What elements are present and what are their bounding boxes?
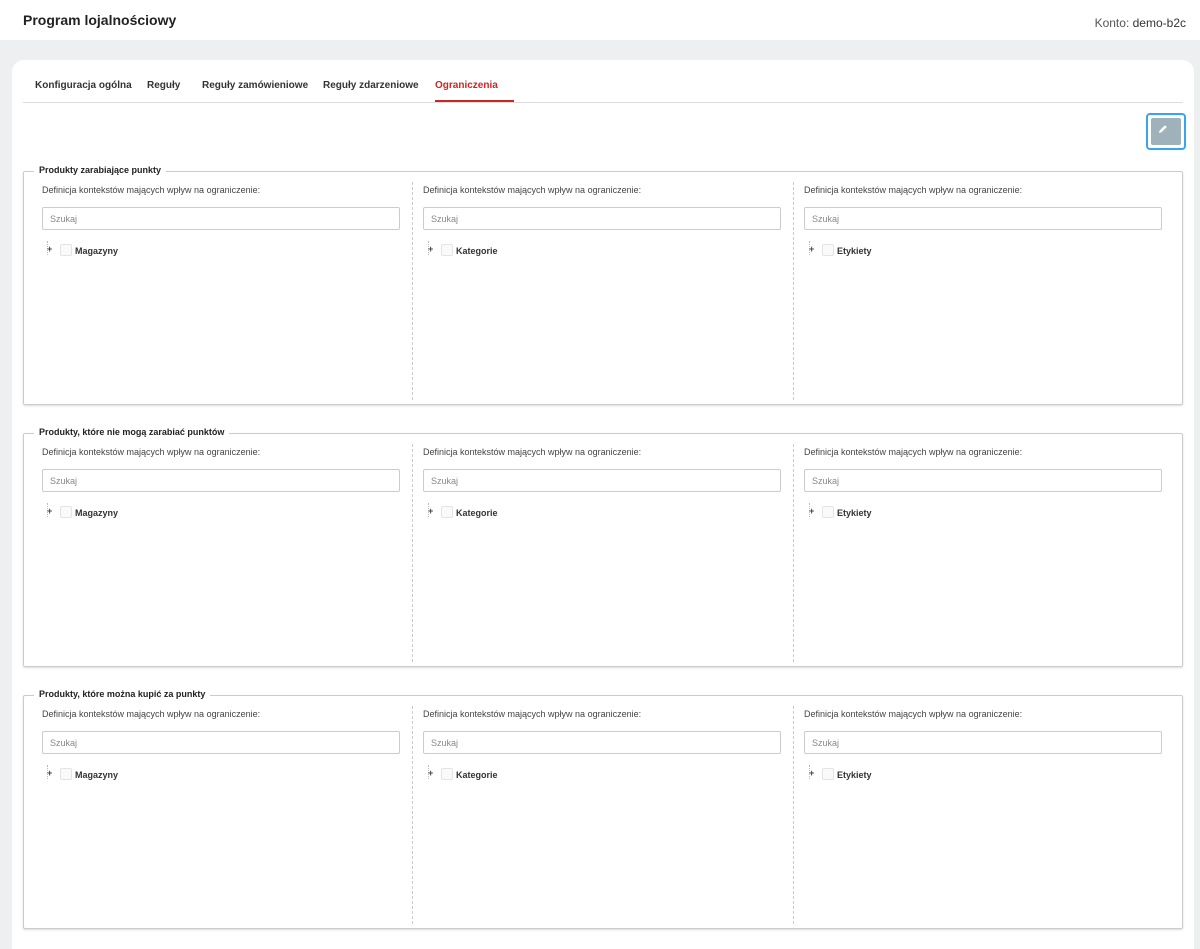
tab-bar: Konfiguracja ogólna Reguły Reguły zamówi…	[23, 60, 1183, 103]
column-label: Definicja kontekstów mających wpływ na o…	[804, 709, 1023, 719]
page-title: Program lojalnościowy	[23, 12, 177, 28]
node-checkbox[interactable]	[60, 506, 72, 518]
search-input[interactable]	[423, 731, 781, 754]
section-purchasable-products: Produkty, które można kupić za punkty De…	[23, 689, 1183, 929]
column-labels: Definicja kontekstów mających wpływ na o…	[793, 182, 1173, 400]
column-warehouses: Definicja kontekstów mających wpływ na o…	[32, 444, 412, 662]
column-label: Definicja kontekstów mających wpływ na o…	[42, 447, 261, 457]
node-label[interactable]: Etykiety	[837, 508, 872, 518]
main-card: Konfiguracja ogólna Reguły Reguły zamówi…	[12, 60, 1194, 949]
section-non-earning-products: Produkty, które nie mogą zarabiać punktó…	[23, 427, 1183, 667]
section-legend: Produkty, które nie mogą zarabiać punktó…	[34, 427, 230, 437]
node-checkbox[interactable]	[60, 768, 72, 780]
node-label[interactable]: Etykiety	[837, 246, 872, 256]
node-label[interactable]: Kategorie	[456, 508, 498, 518]
column-categories: Definicja kontekstów mających wpływ na o…	[412, 706, 793, 924]
column-warehouses: Definicja kontekstów mających wpływ na o…	[32, 182, 412, 400]
tab-rules[interactable]: Reguły	[147, 80, 180, 91]
column-label: Definicja kontekstów mających wpływ na o…	[804, 447, 1023, 457]
tab-restrictions[interactable]: Ograniczenia	[435, 80, 498, 91]
column-categories: Definicja kontekstów mających wpływ na o…	[412, 444, 793, 662]
expand-icon[interactable]: +	[809, 507, 816, 516]
node-label[interactable]: Etykiety	[837, 770, 872, 780]
section-earning-products: Produkty zarabiające punkty Definicja ko…	[23, 165, 1183, 405]
search-input[interactable]	[423, 469, 781, 492]
expand-icon[interactable]: +	[47, 769, 54, 778]
column-warehouses: Definicja kontekstów mających wpływ na o…	[32, 706, 412, 924]
expand-icon[interactable]: +	[428, 769, 435, 778]
column-categories: Definicja kontekstów mających wpływ na o…	[412, 182, 793, 400]
node-label[interactable]: Magazyny	[75, 770, 118, 780]
expand-icon[interactable]: +	[47, 507, 54, 516]
search-input[interactable]	[42, 207, 400, 230]
column-label: Definicja kontekstów mających wpływ na o…	[423, 447, 642, 457]
node-checkbox[interactable]	[60, 244, 72, 256]
section-legend: Produkty zarabiające punkty	[34, 165, 167, 175]
expand-icon[interactable]: +	[47, 245, 54, 254]
column-label: Definicja kontekstów mających wpływ na o…	[42, 709, 261, 719]
node-checkbox[interactable]	[822, 768, 834, 780]
account-label: Konto:	[1094, 16, 1130, 30]
expand-icon[interactable]: +	[428, 507, 435, 516]
expand-icon[interactable]: +	[428, 245, 435, 254]
edit-button[interactable]	[1146, 113, 1186, 150]
node-label[interactable]: Kategorie	[456, 246, 498, 256]
tab-order-rules[interactable]: Reguły zamówieniowe	[202, 80, 308, 91]
node-checkbox[interactable]	[822, 506, 834, 518]
expand-icon[interactable]: +	[809, 245, 816, 254]
expand-icon[interactable]: +	[809, 769, 816, 778]
node-label[interactable]: Kategorie	[456, 770, 498, 780]
section-legend: Produkty, które można kupić za punkty	[34, 689, 211, 699]
tab-event-rules[interactable]: Reguły zdarzeniowe	[323, 80, 419, 91]
node-label[interactable]: Magazyny	[75, 508, 118, 518]
account-value: demo-b2c	[1132, 16, 1186, 30]
column-label: Definicja kontekstów mających wpływ na o…	[804, 185, 1023, 195]
column-label: Definicja kontekstów mających wpływ na o…	[423, 185, 642, 195]
column-labels: Definicja kontekstów mających wpływ na o…	[793, 706, 1173, 924]
column-label: Definicja kontekstów mających wpływ na o…	[42, 185, 261, 195]
node-checkbox[interactable]	[441, 244, 453, 256]
column-labels: Definicja kontekstów mających wpływ na o…	[793, 444, 1173, 662]
search-input[interactable]	[804, 207, 1162, 230]
search-input[interactable]	[423, 207, 781, 230]
search-input[interactable]	[42, 731, 400, 754]
node-checkbox[interactable]	[441, 506, 453, 518]
account-info: Konto: demo-b2c	[1095, 16, 1186, 30]
search-input[interactable]	[42, 469, 400, 492]
pencil-icon	[1159, 125, 1167, 133]
top-bar: Program lojalnościowy Konto: demo-b2c	[0, 0, 1200, 40]
tab-general-config[interactable]: Konfiguracja ogólna	[35, 80, 132, 91]
node-checkbox[interactable]	[822, 244, 834, 256]
active-tab-indicator	[435, 100, 514, 102]
search-input[interactable]	[804, 731, 1162, 754]
search-input[interactable]	[804, 469, 1162, 492]
node-checkbox[interactable]	[441, 768, 453, 780]
column-label: Definicja kontekstów mających wpływ na o…	[423, 709, 642, 719]
node-label[interactable]: Magazyny	[75, 246, 118, 256]
